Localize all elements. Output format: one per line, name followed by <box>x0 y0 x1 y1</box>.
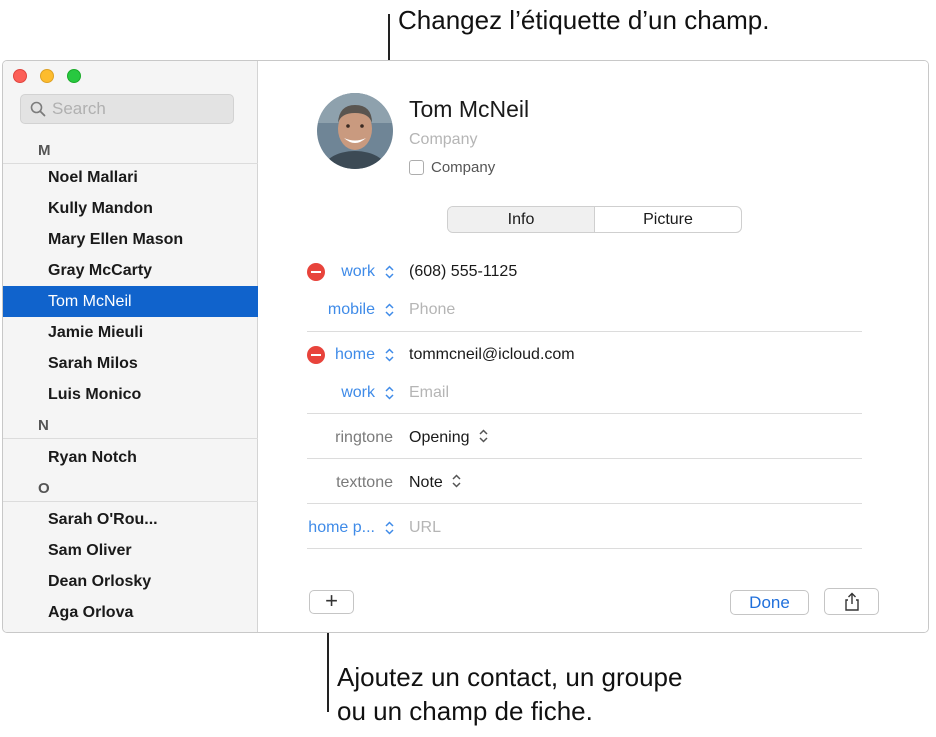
texttone-value: Note <box>409 474 443 491</box>
section-header-o: O <box>3 476 258 502</box>
delete-field-button[interactable] <box>307 263 325 281</box>
callout-add-line1: Ajoutez un contact, un groupe <box>337 662 683 692</box>
updown-chevron-icon[interactable] <box>385 303 394 317</box>
section-header-n: N <box>3 413 258 439</box>
contact-list-item[interactable]: Ryan Notch <box>3 442 258 473</box>
url-label-popup[interactable]: home p... <box>308 519 375 537</box>
divider <box>307 458 862 459</box>
contact-card: Tom McNeil Company Company Info Picture … <box>259 61 928 632</box>
email-row-work: work Email <box>259 374 928 412</box>
contacts-window: M Noel Mallari Kully Mandon Mary Ellen M… <box>2 60 929 633</box>
minimize-window-button[interactable] <box>40 69 54 83</box>
updown-chevron-icon[interactable] <box>385 386 394 400</box>
divider <box>307 548 862 549</box>
ringtone-popup[interactable]: Opening <box>409 429 488 447</box>
search-icon <box>30 101 46 117</box>
ringtone-value: Opening <box>409 429 470 446</box>
updown-chevron-icon[interactable] <box>385 521 394 535</box>
contact-list-item[interactable]: Luis Monico <box>3 379 258 410</box>
done-button[interactable]: Done <box>730 590 809 615</box>
avatar-photo <box>317 93 393 169</box>
company-checkbox-label: Company <box>431 159 496 176</box>
ringtone-label: ringtone <box>335 429 393 446</box>
updown-chevron-icon <box>478 429 488 443</box>
avatar[interactable] <box>317 93 393 169</box>
phone-value[interactable]: (608) 555-1125 <box>409 263 517 281</box>
texttone-row: texttone Note <box>259 464 928 502</box>
add-button[interactable]: + <box>309 590 354 614</box>
phone-label-popup[interactable]: mobile <box>328 301 375 319</box>
zoom-window-button[interactable] <box>67 69 81 83</box>
contact-list-item[interactable]: Jamie Mieuli <box>3 317 258 348</box>
share-icon <box>844 592 859 611</box>
contact-list-item[interactable]: Sarah Milos <box>3 348 258 379</box>
email-label-popup[interactable]: work <box>341 384 375 402</box>
phone-row-work: work (608) 555-1125 <box>259 253 928 291</box>
contacts-sidebar: M Noel Mallari Kully Mandon Mary Ellen M… <box>3 61 258 632</box>
contact-list-item[interactable]: Noel Mallari <box>3 162 258 193</box>
updown-chevron-icon <box>452 474 461 488</box>
texttone-popup[interactable]: Note <box>409 474 461 492</box>
contact-name[interactable]: Tom McNeil <box>409 96 529 123</box>
tab-picture[interactable]: Picture <box>595 207 741 232</box>
company-field[interactable]: Company <box>409 131 477 149</box>
email-label-popup[interactable]: home <box>335 346 375 364</box>
contact-list-item[interactable]: Mary Ellen Mason <box>3 224 258 255</box>
phone-row-mobile: mobile Phone <box>259 291 928 329</box>
url-input[interactable]: URL <box>409 519 441 537</box>
company-checkbox[interactable] <box>409 160 424 175</box>
section-header-m: M <box>3 138 258 164</box>
contact-list-item[interactable]: Sarah O'Rou... <box>3 504 258 535</box>
callout-add-contact: Ajoutez un contact, un groupe ou un cham… <box>337 660 682 728</box>
contact-list-item[interactable]: Kully Mandon <box>3 193 258 224</box>
contact-list-item[interactable]: Aga Orlova <box>3 597 258 628</box>
contact-list-item[interactable]: Gray McCarty <box>3 255 258 286</box>
contact-list-item[interactable]: Dean Orlosky <box>3 566 258 597</box>
phone-label-popup[interactable]: work <box>341 263 375 281</box>
callout-change-label: Changez l’étiquette d’un champ. <box>398 5 770 35</box>
divider <box>307 413 862 414</box>
close-window-button[interactable] <box>13 69 27 83</box>
url-row: home p... URL <box>259 509 928 547</box>
callout-add-line2: ou un champ de fiche. <box>337 696 593 726</box>
search-box <box>20 94 234 124</box>
tab-info[interactable]: Info <box>448 207 595 232</box>
delete-field-button[interactable] <box>307 346 325 364</box>
divider <box>307 331 862 332</box>
info-picture-segmented-control: Info Picture <box>447 206 742 233</box>
email-value[interactable]: tommcneil@icloud.com <box>409 346 575 364</box>
phone-input[interactable]: Phone <box>409 301 455 319</box>
divider <box>307 503 862 504</box>
contact-list-item[interactable]: Sam Oliver <box>3 535 258 566</box>
updown-chevron-icon[interactable] <box>385 348 394 362</box>
email-input[interactable]: Email <box>409 384 449 402</box>
contact-list-item-selected[interactable]: Tom McNeil <box>3 286 258 317</box>
search-input[interactable] <box>52 98 227 120</box>
texttone-label: texttone <box>336 474 393 491</box>
share-button[interactable] <box>824 588 879 615</box>
updown-chevron-icon[interactable] <box>385 265 394 279</box>
ringtone-row: ringtone Opening <box>259 419 928 457</box>
email-row-home: home tommcneil@icloud.com <box>259 336 928 374</box>
company-checkbox-row[interactable]: Company <box>409 159 495 176</box>
